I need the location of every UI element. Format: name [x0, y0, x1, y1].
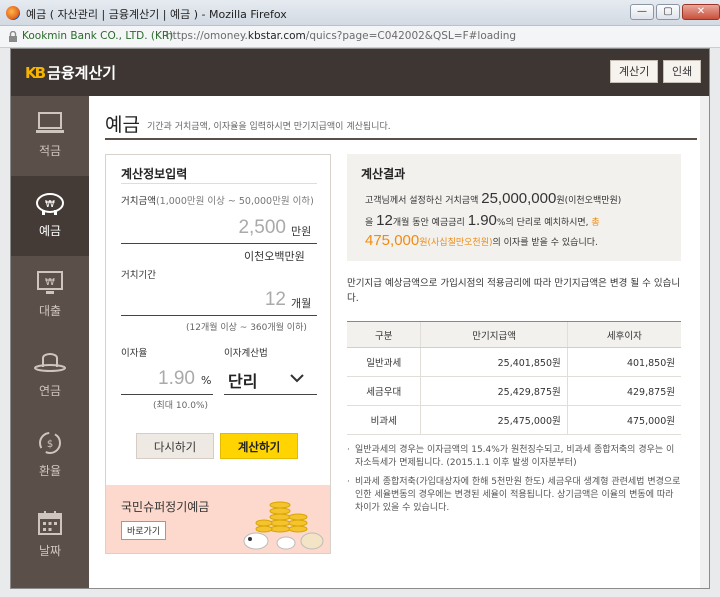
table-cell: 일반과세 [347, 347, 421, 377]
page-title: 예금 [105, 114, 140, 136]
app-header: KB 금융계산기 계산기 인쇄 [11, 49, 709, 96]
svg-text:₩: ₩ [45, 199, 55, 210]
calculator-button[interactable]: 계산기 [610, 60, 659, 83]
table-cell: 25,429,875원 [420, 376, 568, 406]
piggy-bank-icon: ₩ [36, 193, 64, 215]
sidebar-item-label: 적금 [38, 144, 62, 158]
firefox-icon [6, 6, 20, 20]
sidebar-item-deposit[interactable]: ₩ 예금 [11, 176, 95, 256]
result-line-1: 고객님께서 설정하신 거치금액 25,000,000원(이천오백만원) [365, 190, 622, 207]
sidebar-item-label: 날짜 [38, 544, 62, 558]
table-cell: 세금우대 [347, 376, 421, 406]
monitor-won-icon: ₩ [37, 271, 63, 294]
reset-button[interactable]: 다시하기 [136, 433, 214, 459]
sidebar-item-pension[interactable]: 연금 [11, 336, 89, 416]
svg-text:₩: ₩ [45, 277, 55, 288]
main-content: 예금 기간과 거치금액, 이자율을 입력하시면 만기지급액이 계산됩니다. 계산… [89, 96, 709, 588]
rate-label: 이자율 [121, 348, 148, 359]
minimize-button[interactable]: — [630, 4, 654, 20]
table-row: 세금우대 25,429,875원 429,875원 [347, 376, 681, 406]
amount-underline [121, 243, 317, 244]
table-cell: 25,401,850원 [420, 347, 568, 377]
sidebar-item-date[interactable]: 날짜 [11, 496, 89, 576]
hat-icon [34, 353, 66, 372]
panel-title: 계산정보입력 [121, 167, 188, 181]
table-cell: 25,475,000원 [420, 405, 568, 435]
laptop-icon [36, 112, 64, 133]
rate-underline [121, 394, 213, 395]
sidebar-item-exchange[interactable]: $ 환율 [11, 416, 89, 496]
amount-unit: 만원 [291, 225, 312, 238]
exchange-icon: $ [39, 432, 61, 454]
footnote: 일반과세의 경우는 이자금액의 15.4%가 원천징수되고, 비과세 종합저축의… [347, 444, 681, 470]
result-principal: 25,000,000 [481, 190, 557, 207]
page-viewport: KB 금융계산기 계산기 인쇄 적금 ₩ 예금 ₩ 대출 연금 $ 환율 날짜 … [10, 48, 710, 589]
footnote: 비과세 종합저축(가입대상자에 한해 5천만원 한도) 세금우대 생계형 관련세… [347, 476, 681, 515]
window-titlebar: 예금 ( 자산관리 | 금융계산기 | 예금 ) - Mozilla Firef… [0, 0, 720, 26]
url-text[interactable]: https://omoney.kbstar.com/quics?page=C04… [166, 30, 516, 42]
sidebar-item-label: 대출 [38, 304, 62, 318]
kb-logo-mark: KB [25, 63, 46, 82]
rate-hint: (최대 10.0%) [153, 401, 209, 411]
table-header: 세후이자 [566, 321, 681, 348]
sidebar-item-label: 예금 [38, 224, 62, 238]
address-bar[interactable]: Kookmin Bank CO., LTD. (KR) https://omon… [0, 26, 720, 48]
table-cell: 401,850원 [566, 347, 681, 377]
maximize-button[interactable]: ▢ [656, 4, 680, 20]
sidebar-item-label: 연금 [38, 384, 62, 398]
table-row: 일반과세 25,401,850원 401,850원 [347, 347, 681, 377]
table-row: 비과세 25,475,000원 475,000원 [347, 405, 681, 435]
result-notice: 만기지급 예상금액으로 가입시점의 적용금리에 따라 만기지급액은 변경 될 수… [347, 278, 681, 304]
table-cell: 429,875원 [566, 376, 681, 406]
amount-input[interactable]: 2,500 [121, 217, 286, 239]
result-line-2: 을 12개월 동안 예금금리 1.90%의 단리로 예치하시면, 총 [365, 212, 600, 229]
period-label: 거치기간 [121, 270, 156, 281]
table-cell: 비과세 [347, 405, 421, 435]
method-underline [224, 394, 317, 395]
calculate-button[interactable]: 계산하기 [220, 433, 298, 459]
page-subtitle: 기간과 거치금액, 이자율을 입력하시면 만기지급액이 계산됩니다. [147, 122, 391, 132]
period-hint: (12개월 이상 ~ 360개월 이하) [186, 323, 307, 333]
result-summary: 계산결과 고객님께서 설정하신 거치금액 25,000,000원(이천오백만원)… [347, 154, 681, 261]
method-select[interactable]: 단리 [228, 368, 257, 392]
sidebar-item-label: 환율 [38, 464, 62, 478]
amount-label: 거치금액(1,000만원 이상 ~ 50,000만원 이하) [121, 196, 314, 207]
logo[interactable]: KB 금융계산기 [25, 62, 116, 83]
banner-title: 국민슈퍼정기예금 [121, 500, 210, 514]
promo-banner[interactable]: 국민슈퍼정기예금 바로가기 [106, 485, 330, 553]
rate-input[interactable]: 1.90 [121, 368, 195, 390]
input-panel: 계산정보입력 거치금액(1,000만원 이상 ~ 50,000만원 이하) 2,… [105, 154, 331, 554]
calendar-icon [38, 511, 62, 535]
result-interest: 475,000 [365, 232, 420, 249]
divider [105, 138, 697, 140]
table-header: 만기지급액 [420, 321, 568, 348]
print-button[interactable]: 인쇄 [663, 60, 702, 83]
period-unit: 개월 [291, 297, 312, 310]
svg-text:$: $ [47, 439, 53, 450]
close-button[interactable]: ✕ [682, 4, 720, 20]
result-table: 구분 만기지급액 세후이자 일반과세 25,401,850원 401,850원 … [347, 321, 681, 435]
divider [121, 183, 317, 184]
sidebar-item-loan[interactable]: ₩ 대출 [11, 256, 89, 336]
rate-unit: % [201, 374, 212, 387]
table-header: 구분 [347, 321, 421, 348]
site-identity[interactable]: Kookmin Bank CO., LTD. (KR) [22, 30, 173, 42]
result-title: 계산결과 [361, 167, 406, 181]
chevron-down-icon[interactable] [290, 374, 304, 383]
sidebar: 적금 ₩ 예금 ₩ 대출 연금 $ 환율 날짜 [11, 96, 95, 588]
period-underline [121, 315, 317, 316]
banner-link-button[interactable]: 바로가기 [121, 521, 167, 540]
period-input[interactable]: 12 [121, 289, 286, 311]
logo-text: 금융계산기 [47, 64, 117, 82]
result-line-3: 475,000원(사십칠만오천원)의 이자를 받을 수 있습니다. [365, 232, 598, 249]
amount-korean: 이천오백만원 [244, 250, 305, 263]
method-label: 이자계산법 [224, 348, 268, 359]
sidebar-item-savings[interactable]: 적금 [11, 96, 89, 176]
scrollbar[interactable] [700, 96, 709, 588]
window-title: 예금 ( 자산관리 | 금융계산기 | 예금 ) - Mozilla Firef… [26, 8, 287, 21]
lock-icon [9, 31, 17, 42]
table-cell: 475,000원 [566, 405, 681, 435]
coin-stack-illustration [243, 501, 324, 550]
